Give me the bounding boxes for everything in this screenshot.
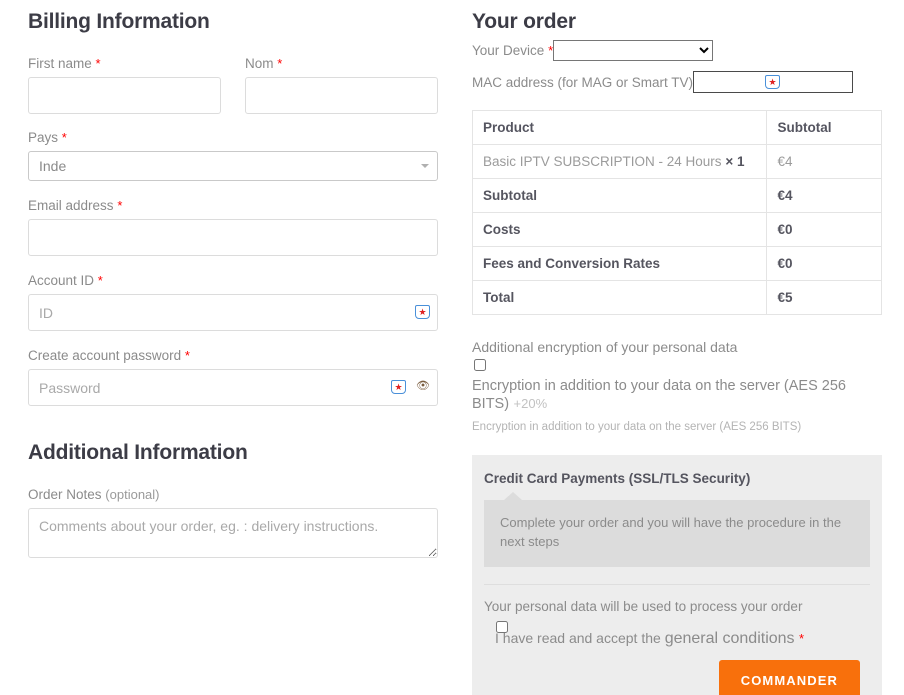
account-id-label-text: Account ID xyxy=(28,273,95,288)
show-password-icon[interactable]: 👁 xyxy=(416,381,430,392)
costs-label-cell: Costs xyxy=(471,212,768,247)
table-row: Costs €0 xyxy=(471,212,882,247)
order-table-body: Basic IPTV SUBSCRIPTION - 24 Hours × 1 €… xyxy=(471,144,882,315)
payment-method-note: Complete your order and you will have th… xyxy=(484,492,870,567)
first-name-input-wrap xyxy=(28,77,221,114)
costs-amount-cell: €0 xyxy=(766,212,882,247)
account-id-label: Account ID * xyxy=(28,273,438,288)
password-input-wrap: ★ 👁 xyxy=(28,369,438,406)
order-column: Your order Your Device * MAC address (fo… xyxy=(471,0,882,695)
last-name-label-text: Nom xyxy=(245,56,274,71)
required-asterisk: * xyxy=(117,198,123,213)
header-subtotal: Subtotal xyxy=(766,110,882,145)
required-asterisk: * xyxy=(799,630,805,646)
place-order-button[interactable]: COMMANDER xyxy=(718,659,860,695)
email-label: Email address * xyxy=(28,198,438,213)
fees-label-cell: Fees and Conversion Rates xyxy=(471,246,768,281)
table-header-row: Product Subtotal xyxy=(471,110,882,145)
payment-method-title: Credit Card Payments (SSL/TLS Security) xyxy=(484,471,751,486)
additional-information-title: Additional Information xyxy=(28,441,248,464)
account-id-input[interactable] xyxy=(28,294,438,331)
subtotal-amount-cell: €4 xyxy=(766,178,882,213)
product-amount-cell: €4 xyxy=(766,144,882,179)
checkout-page: Billing Information First name * Nom * P… xyxy=(0,0,904,695)
last-name-label: Nom * xyxy=(245,56,438,71)
table-row: Basic IPTV SUBSCRIPTION - 24 Hours × 1 €… xyxy=(471,144,882,179)
last-name-input[interactable] xyxy=(245,77,438,114)
country-label-text: Pays xyxy=(28,130,59,145)
password-field-group: Create account password * ★ 👁 xyxy=(28,348,438,406)
header-product: Product xyxy=(471,110,768,145)
billing-information-title: Billing Information xyxy=(28,10,210,33)
total-amount-cell: €5 xyxy=(766,280,882,315)
device-field-group: Your Device * xyxy=(472,34,882,61)
order-notes-field-group: Order Notes (optional) xyxy=(28,487,438,563)
terms-acceptance-row: I have read and accept the general condi… xyxy=(484,620,870,652)
mac-address-field-group: MAC address (for MAG or Smart TV) ★ xyxy=(472,71,882,93)
country-selected-value: Inde xyxy=(39,158,67,174)
table-row: Fees and Conversion Rates €0 xyxy=(471,246,882,281)
encryption-checkbox[interactable] xyxy=(474,359,486,371)
email-label-text: Email address xyxy=(28,198,114,213)
email-input-wrap xyxy=(28,219,438,256)
required-asterisk: * xyxy=(97,273,103,288)
table-row: Total €5 xyxy=(471,280,882,315)
name-fields-row: First name * Nom * xyxy=(28,56,438,114)
mac-address-input[interactable] xyxy=(693,71,854,93)
country-field-group: Pays * Inde xyxy=(28,130,438,181)
table-row: Subtotal €4 xyxy=(471,178,882,213)
first-name-label: First name * xyxy=(28,56,221,71)
account-id-input-wrap: ★ xyxy=(28,294,438,331)
required-asterisk: * xyxy=(61,130,67,145)
first-name-label-text: First name xyxy=(28,56,92,71)
order-notes-label: Order Notes (optional) xyxy=(28,487,438,502)
general-conditions-link[interactable]: general conditions xyxy=(665,630,795,647)
country-select[interactable]: Inde xyxy=(28,151,438,181)
last-name-field-group: Nom * xyxy=(245,56,438,114)
password-input[interactable] xyxy=(28,369,438,406)
payment-panel: Credit Card Payments (SSL/TLS Security) … xyxy=(472,455,882,695)
subtotal-label-cell: Subtotal xyxy=(471,178,768,213)
terms-text-prefix: I have read and accept the xyxy=(495,629,665,646)
device-select[interactable] xyxy=(553,40,714,61)
encryption-heading: Additional encryption of your personal d… xyxy=(472,339,738,355)
required-asterisk: * xyxy=(184,348,190,363)
required-asterisk: * xyxy=(95,56,101,71)
order-table-head: Product Subtotal xyxy=(471,110,882,145)
account-id-field-group: Account ID * ★ xyxy=(28,273,438,331)
email-input[interactable] xyxy=(28,219,438,256)
order-notes-textarea[interactable] xyxy=(28,508,438,558)
mac-input-wrap: ★ xyxy=(693,71,854,93)
password-label: Create account password * xyxy=(28,348,438,363)
your-order-title: Your order xyxy=(472,10,576,33)
device-label-text: Your Device xyxy=(472,43,545,58)
fees-amount-cell: €0 xyxy=(766,246,882,281)
terms-checkbox[interactable] xyxy=(496,620,508,633)
last-name-input-wrap xyxy=(245,77,438,114)
required-asterisk: * xyxy=(277,56,283,71)
encryption-surcharge: +20% xyxy=(513,396,548,411)
billing-column: Billing Information First name * Nom * P… xyxy=(28,0,438,563)
encryption-description: Encryption in addition to your data on t… xyxy=(472,421,802,433)
first-name-input[interactable] xyxy=(28,77,221,114)
total-label-cell: Total xyxy=(471,280,768,315)
mac-address-label: MAC address (for MAG or Smart TV) xyxy=(472,74,694,90)
product-quantity: × 1 xyxy=(725,154,745,169)
country-label: Pays * xyxy=(28,130,438,145)
chevron-down-icon xyxy=(421,164,429,168)
order-notes-optional-text: (optional) xyxy=(105,487,160,502)
encryption-option: Encryption in addition to your data on t… xyxy=(472,359,882,433)
privacy-policy-text: Your personal data will be used to proce… xyxy=(484,598,803,614)
product-name: Basic IPTV SUBSCRIPTION - 24 Hours xyxy=(483,154,722,169)
submit-button-row: COMMANDER xyxy=(484,652,870,695)
product-name-cell: Basic IPTV SUBSCRIPTION - 24 Hours × 1 xyxy=(471,144,768,179)
email-field-group: Email address * xyxy=(28,198,438,256)
device-label: Your Device * xyxy=(472,43,553,58)
order-summary-table: Product Subtotal Basic IPTV SUBSCRIPTION… xyxy=(471,110,882,315)
first-name-field-group: First name * xyxy=(28,56,221,114)
password-label-text: Create account password xyxy=(28,348,182,363)
order-notes-label-text: Order Notes xyxy=(28,487,102,502)
